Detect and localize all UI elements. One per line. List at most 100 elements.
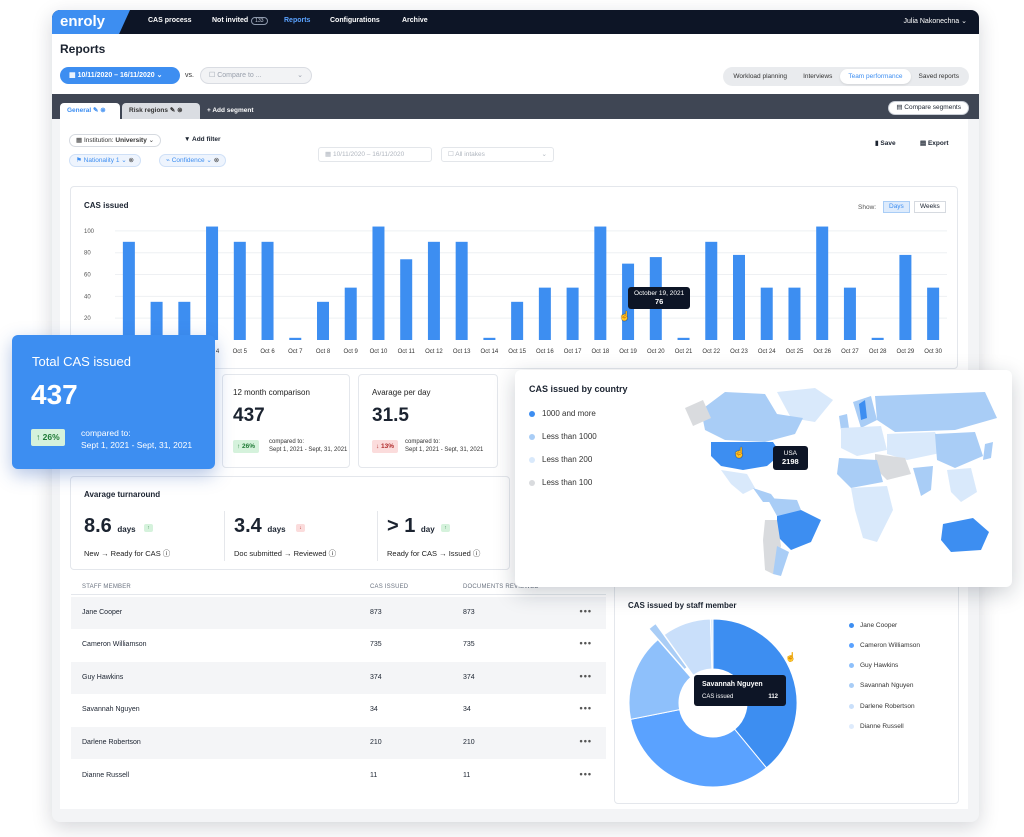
x-tick-label: Oct 11 (398, 349, 416, 355)
bar[interactable] (206, 226, 219, 340)
x-tick-label: Oct 7 (288, 349, 303, 355)
add-filter-button[interactable]: ▼ Add filter (184, 136, 221, 143)
cursor-icon: ☝ (619, 311, 631, 321)
bar[interactable] (233, 241, 246, 340)
stat-compare: compared to: Sept 1, 2021 - Sept, 31, 202… (269, 438, 347, 454)
bar[interactable] (427, 241, 440, 340)
intakes-filter-disabled: ☐ All intakes ⌄ (441, 147, 554, 162)
x-tick-label: Oct 27 (841, 349, 859, 355)
tab-team-performance[interactable]: Team performance (840, 69, 911, 84)
unit: days (117, 525, 136, 534)
bar[interactable] (372, 226, 385, 340)
bar[interactable] (677, 337, 690, 340)
bar[interactable] (455, 241, 468, 340)
bar[interactable] (289, 337, 302, 340)
bar[interactable] (538, 287, 551, 340)
user-menu[interactable]: Julia Nakonechna ⌄ (904, 17, 967, 25)
bar[interactable] (317, 301, 329, 340)
bar[interactable] (344, 287, 357, 340)
legend-label: Guy Hawkins (860, 662, 899, 669)
nav-archive[interactable]: Archive (402, 17, 428, 24)
table-row[interactable]: Cameron Williamson 735 735 ••• (71, 629, 606, 661)
stat-change-badge: ↓ 13% (372, 440, 399, 453)
nationality-filter[interactable]: ⚑ Nationality 1 ⌄ ⊗ (69, 154, 141, 167)
bar[interactable] (483, 337, 496, 340)
close-icon[interactable]: ⊗ (177, 107, 182, 114)
bar[interactable] (261, 241, 274, 340)
close-icon[interactable]: ⊗ (100, 107, 105, 114)
bar[interactable] (927, 287, 940, 340)
bar[interactable] (788, 287, 801, 340)
x-tick-label: Oct 17 (564, 349, 582, 355)
table-row[interactable]: Darlene Robertson 210 210 ••• (71, 727, 606, 759)
bar[interactable] (511, 301, 524, 340)
x-tick-label: Oct 29 (897, 349, 915, 355)
tooltip-label: CAS issued (702, 694, 734, 700)
close-icon[interactable]: ⊗ (129, 157, 134, 164)
institution-filter[interactable]: ▦ Institution: University ⌄ (69, 134, 162, 147)
bar[interactable] (871, 337, 884, 340)
table-row[interactable]: Dianne Russell 11 11 ••• (71, 760, 606, 792)
bar[interactable] (733, 254, 745, 340)
legend-dot (849, 662, 854, 668)
y-tick-label: 20 (84, 316, 91, 322)
cell-name: Darlene Robertson (82, 739, 141, 746)
cell-cas: 735 (370, 641, 382, 648)
nav-reports[interactable]: Reports (284, 17, 310, 24)
compare-label: compared to: (81, 428, 131, 438)
bar[interactable] (760, 287, 773, 340)
map-usa (711, 442, 781, 470)
table-row[interactable]: Guy Hawkins 374 374 ••• (71, 662, 606, 694)
more-icon[interactable]: ••• (580, 769, 592, 779)
segment-tab-general[interactable]: General ✎ ⊗ (60, 103, 120, 119)
stat-value: 31.5 (372, 405, 409, 426)
column-header-cas: CAS ISSUED (370, 584, 409, 590)
pencil-icon[interactable]: ✎ (170, 107, 175, 114)
column-header-staff: STAFF MEMBER (82, 584, 131, 590)
compare-label: compared to: (405, 439, 441, 445)
bar[interactable] (400, 259, 413, 340)
page-header: Reports ▦ 10/11/2020 – 16/11/2020 ⌄ vs. … (52, 34, 979, 94)
bar[interactable] (705, 241, 718, 340)
more-icon[interactable]: ••• (580, 606, 592, 616)
nav-cas-process[interactable]: CAS process (148, 17, 192, 24)
pencil-icon[interactable]: ✎ (93, 107, 98, 114)
close-icon[interactable]: ⊗ (214, 157, 219, 164)
confidence-filter[interactable]: ⌁ Confidence ⌄ ⊗ (159, 154, 227, 167)
tab-interviews[interactable]: Interviews (795, 69, 840, 84)
more-icon[interactable]: ••• (580, 703, 592, 713)
unit: day (420, 525, 435, 534)
add-segment-button[interactable]: + Add segment (207, 107, 254, 114)
more-icon[interactable]: ••• (580, 638, 592, 648)
nav-not-invited[interactable]: Not invited 133 (212, 17, 268, 25)
export-button[interactable]: ▤ Export (920, 139, 949, 147)
stat-card-avg-per-day: Avarage per day 31.5 ↓ 13% compared to: S… (358, 374, 498, 468)
compare-segments-button[interactable]: ▤ Compare segments (888, 101, 969, 115)
bar[interactable] (566, 287, 579, 340)
tab-workload-planning[interactable]: Workload planning (725, 69, 795, 84)
bar[interactable] (594, 226, 607, 340)
table-row[interactable]: Savannah Nguyen 34 34 ••• (71, 694, 606, 726)
legend-item: Guy Hawkins (849, 662, 898, 669)
legend-dot (849, 642, 854, 648)
bar[interactable] (899, 254, 912, 340)
more-icon[interactable]: ••• (580, 736, 592, 746)
cell-cas: 11 (370, 772, 378, 779)
save-button[interactable]: ▮ Save (875, 139, 896, 147)
bar[interactable] (843, 287, 856, 340)
map-russia (875, 392, 997, 432)
turnaround-label: Ready for CAS → Issued ⓘ (387, 549, 481, 558)
x-tick-label: Oct 10 (370, 349, 388, 355)
tab-saved-reports[interactable]: Saved reports (911, 69, 967, 84)
segment-label: General (67, 107, 92, 114)
more-icon[interactable]: ••• (580, 671, 592, 681)
value: 3.4 (234, 515, 262, 537)
logo[interactable]: enroly (52, 10, 130, 34)
date-range-picker[interactable]: ▦ 10/11/2020 – 16/11/2020 ⌄ (60, 67, 180, 84)
compare-select[interactable]: ☐ Compare to ... ⌄ (200, 67, 312, 84)
bar[interactable] (816, 226, 829, 340)
segment-tab-risk-regions[interactable]: Risk regions ✎ ⊗ (122, 103, 200, 119)
table-row[interactable]: Jane Cooper 873 873 ••• (71, 597, 606, 629)
nav-configurations[interactable]: Configurations (330, 17, 380, 24)
bar[interactable] (122, 241, 135, 340)
